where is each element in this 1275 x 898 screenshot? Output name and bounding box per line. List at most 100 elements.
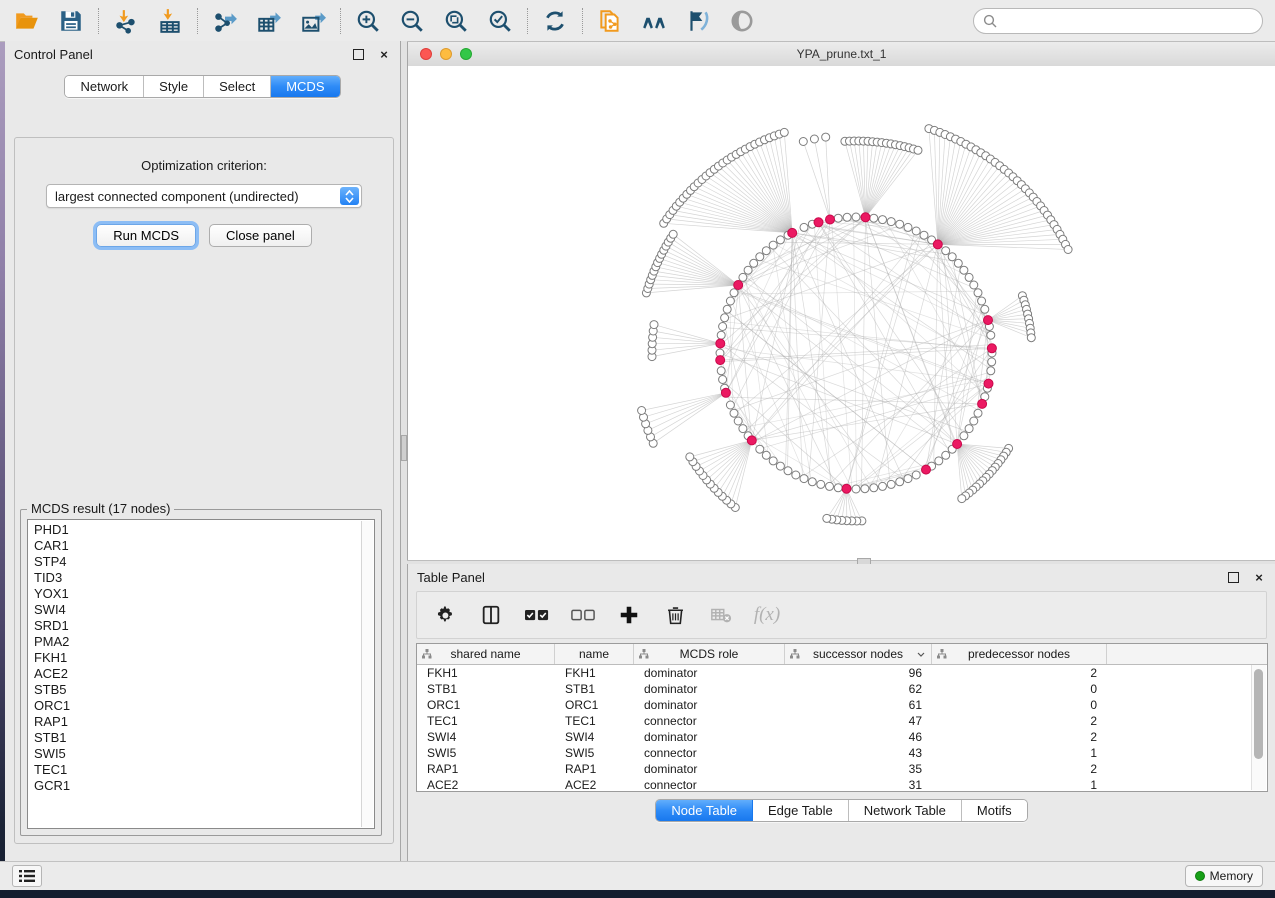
mcds-result-item[interactable]: RAP1 <box>34 714 374 730</box>
table-row[interactable]: STB1STB1dominator620 <box>417 681 1267 697</box>
first-neighbors-icon[interactable] <box>641 8 667 34</box>
column-header-predecessor-nodes[interactable]: predecessor nodes <box>932 644 1107 664</box>
tab-network[interactable]: Network <box>65 76 144 97</box>
cell-MCDS-role: connector <box>634 778 785 792</box>
cell-shared-name: STB1 <box>417 682 555 696</box>
deselect-all-rows-icon[interactable] <box>571 603 595 627</box>
import-table-icon[interactable] <box>157 8 183 34</box>
export-image-icon[interactable] <box>300 8 326 34</box>
mcds-result-list[interactable]: PHD1CAR1STP4TID3YOX1SWI4SRD1PMA2FKH1ACE2… <box>27 519 375 829</box>
mcds-result-item[interactable]: SWI4 <box>34 602 374 618</box>
table-scrollbar[interactable] <box>1251 665 1266 790</box>
cell-MCDS-role: dominator <box>634 762 785 776</box>
column-header-name[interactable]: name <box>555 644 634 664</box>
import-network-icon[interactable] <box>113 8 139 34</box>
column-label: predecessor nodes <box>968 647 1070 661</box>
zoom-fit-icon[interactable] <box>443 8 469 34</box>
close-table-panel-icon[interactable]: × <box>1252 570 1266 584</box>
save-icon[interactable] <box>58 8 84 34</box>
table-tab-node-table[interactable]: Node Table <box>656 800 753 821</box>
table-row[interactable]: SWI5SWI5connector431 <box>417 745 1267 761</box>
memory-label: Memory <box>1210 869 1253 883</box>
table-header-row: shared name name MCDS rolesuccessor nodes p… <box>417 644 1267 665</box>
mcds-result-item[interactable]: PMA2 <box>34 634 374 650</box>
zoom-in-icon[interactable] <box>355 8 381 34</box>
window-minimize-icon[interactable] <box>440 48 452 60</box>
mcds-result-item[interactable]: ORC1 <box>34 698 374 714</box>
memory-button[interactable]: Memory <box>1185 865 1263 887</box>
show-columns-icon[interactable] <box>479 603 503 627</box>
refresh-icon[interactable] <box>542 8 568 34</box>
cell-name: TEC1 <box>555 714 634 728</box>
table-row[interactable]: SWI4SWI4dominator462 <box>417 729 1267 745</box>
result-scrollbar[interactable] <box>361 521 373 827</box>
cell-predecessor-nodes: 1 <box>932 778 1107 792</box>
table-scrollbar-thumb[interactable] <box>1254 669 1263 759</box>
table-row[interactable]: FKH1FKH1dominator962 <box>417 665 1267 681</box>
close-panel-icon[interactable]: × <box>377 47 391 61</box>
cell-name: RAP1 <box>555 762 634 776</box>
open-file-icon[interactable] <box>14 8 40 34</box>
mcds-result-item[interactable]: STP4 <box>34 554 374 570</box>
create-column-icon[interactable] <box>617 603 641 627</box>
cell-MCDS-role: dominator <box>634 698 785 712</box>
search-field[interactable] <box>973 8 1263 34</box>
mcds-result-item[interactable]: PHD1 <box>34 522 374 538</box>
clone-network-icon[interactable] <box>597 8 623 34</box>
column-label: shared name <box>450 647 520 661</box>
table-row[interactable]: ACE2ACE2connector311 <box>417 777 1267 792</box>
zoom-out-icon[interactable] <box>399 8 425 34</box>
window-maximize-icon[interactable] <box>460 48 472 60</box>
network-canvas[interactable] <box>408 66 1275 560</box>
column-header-successor-nodes[interactable]: successor nodes <box>785 644 932 664</box>
mcds-result-item[interactable]: GCR1 <box>34 778 374 794</box>
zoom-selected-icon[interactable] <box>487 8 513 34</box>
search-icon <box>983 14 997 28</box>
show-all-icon[interactable] <box>729 8 755 34</box>
mcds-result-item[interactable]: SWI5 <box>34 746 374 762</box>
table-tab-edge-table[interactable]: Edge Table <box>753 800 849 821</box>
column-header-shared-name[interactable]: shared name <box>417 644 555 664</box>
delete-column-trash-icon[interactable] <box>663 603 687 627</box>
column-label: name <box>579 647 609 661</box>
search-input[interactable] <box>1002 13 1253 29</box>
tab-mcds[interactable]: MCDS <box>271 76 339 97</box>
mcds-result-item[interactable]: FKH1 <box>34 650 374 666</box>
column-header-MCDS-role[interactable]: MCDS role <box>634 644 785 664</box>
table-row[interactable]: ORC1ORC1dominator610 <box>417 697 1267 713</box>
task-history-button[interactable] <box>12 865 42 887</box>
table-tab-motifs[interactable]: Motifs <box>962 800 1027 821</box>
mcds-result-item[interactable]: TEC1 <box>34 762 374 778</box>
select-all-rows-icon[interactable] <box>525 603 549 627</box>
criterion-select[interactable]: largest connected component (undirected) <box>46 184 362 208</box>
cell-successor-nodes: 47 <box>785 714 932 728</box>
mcds-result-item[interactable]: YOX1 <box>34 586 374 602</box>
tab-select[interactable]: Select <box>204 76 271 97</box>
mcds-tab-content: Optimization criterion: largest connecte… <box>14 137 394 844</box>
hide-selected-icon[interactable] <box>685 8 711 34</box>
select-stepper-icon <box>340 187 359 205</box>
tab-style[interactable]: Style <box>144 76 204 97</box>
mcds-result-item[interactable]: SRD1 <box>34 618 374 634</box>
mcds-result-item[interactable]: STB1 <box>34 730 374 746</box>
cell-successor-nodes: 61 <box>785 698 932 712</box>
table-row[interactable]: RAP1RAP1dominator352 <box>417 761 1267 777</box>
export-network-icon[interactable] <box>212 8 238 34</box>
window-close-icon[interactable] <box>420 48 432 60</box>
float-table-panel-icon[interactable] <box>1226 570 1240 584</box>
network-graph[interactable] <box>408 66 1274 560</box>
table-panel-title: Table Panel <box>417 570 485 585</box>
mcds-result-item[interactable]: ACE2 <box>34 666 374 682</box>
export-table-icon[interactable] <box>256 8 282 34</box>
table-row[interactable]: TEC1TEC1connector472 <box>417 713 1267 729</box>
float-panel-icon[interactable] <box>351 47 365 61</box>
table-tab-network-table[interactable]: Network Table <box>849 800 962 821</box>
run-mcds-button[interactable]: Run MCDS <box>96 224 196 247</box>
mcds-result-item[interactable]: STB5 <box>34 682 374 698</box>
mcds-result-item[interactable]: TID3 <box>34 570 374 586</box>
close-panel-button[interactable]: Close panel <box>209 224 312 247</box>
mcds-result-item[interactable]: CAR1 <box>34 538 374 554</box>
table-settings-gear-icon[interactable] <box>433 603 457 627</box>
memory-status-icon <box>1195 871 1205 881</box>
cell-successor-nodes: 46 <box>785 730 932 744</box>
